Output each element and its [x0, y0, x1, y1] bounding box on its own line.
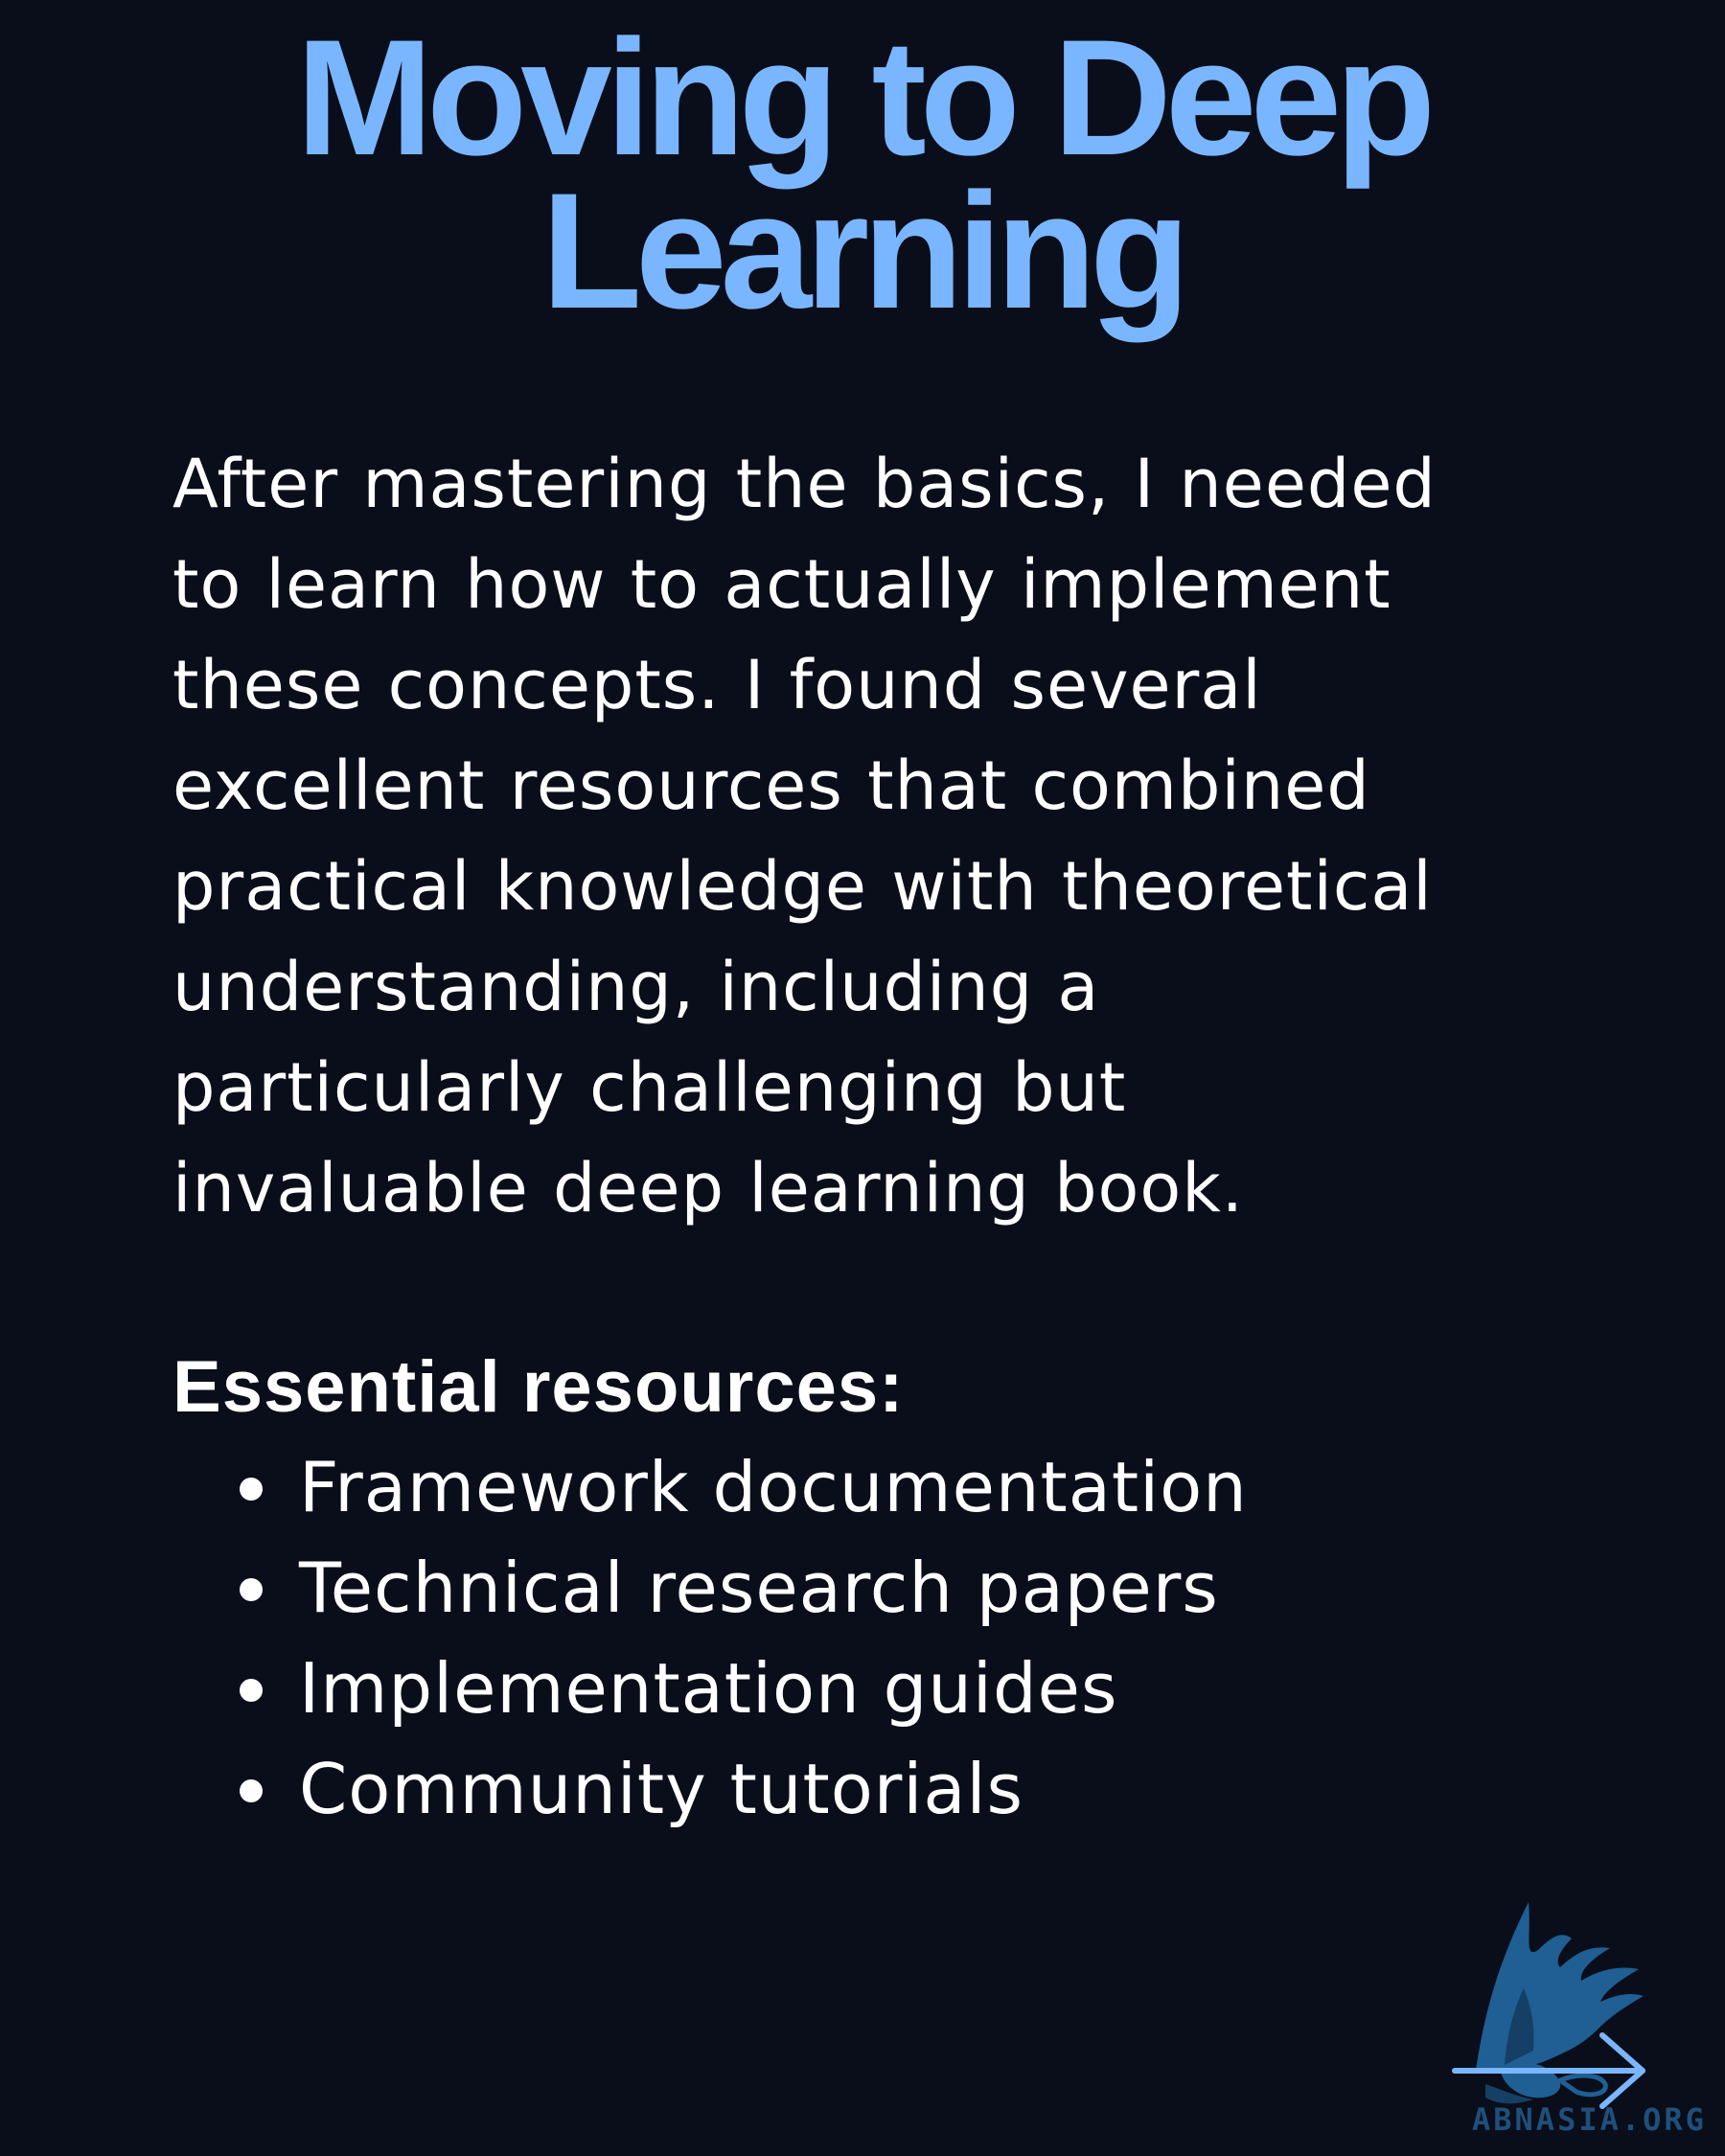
resources-heading: Essential resources: — [172, 1346, 905, 1428]
bullet-icon — [240, 1779, 263, 1802]
site-watermark: ABNASIA.ORG — [1472, 2101, 1707, 2138]
intro-line: invaluable deep learning book. — [172, 1149, 1244, 1227]
list-item: Community tutorials — [230, 1739, 1248, 1840]
intro-line: particularly challenging but — [172, 1048, 1127, 1127]
bullet-icon — [240, 1478, 263, 1501]
resources-list: Framework documentation Technical resear… — [230, 1437, 1248, 1840]
page-title-line-1: Moving to Deep — [295, 6, 1436, 190]
intro-line: excellent resources that combined — [172, 746, 1370, 825]
bullet-icon — [240, 1578, 263, 1601]
intro-line: understanding, including a — [172, 948, 1100, 1026]
list-item: Framework documentation — [230, 1437, 1248, 1538]
intro-line: After mastering the basics, I needed — [172, 445, 1437, 523]
intro-paragraph: After mastering the basics, I needed to … — [172, 434, 1572, 1239]
list-item-label: Implementation guides — [299, 1648, 1118, 1729]
list-item-label: Technical research papers — [299, 1548, 1219, 1628]
list-item-label: Community tutorials — [299, 1749, 1024, 1829]
page-title-line-2: Learning — [540, 159, 1190, 343]
page-title: Moving to Deep Learning — [0, 6, 1725, 343]
list-item-label: Framework documentation — [299, 1447, 1248, 1527]
bullet-icon — [240, 1679, 263, 1702]
list-item: Implementation guides — [230, 1639, 1248, 1739]
intro-line: practical knowledge with theoretical — [172, 847, 1433, 926]
arrow-right-icon[interactable] — [1451, 2031, 1654, 2110]
intro-line: to learn how to actually implement — [172, 545, 1392, 624]
intro-line: these concepts. I found several — [172, 646, 1262, 724]
list-item: Technical research papers — [230, 1538, 1248, 1639]
